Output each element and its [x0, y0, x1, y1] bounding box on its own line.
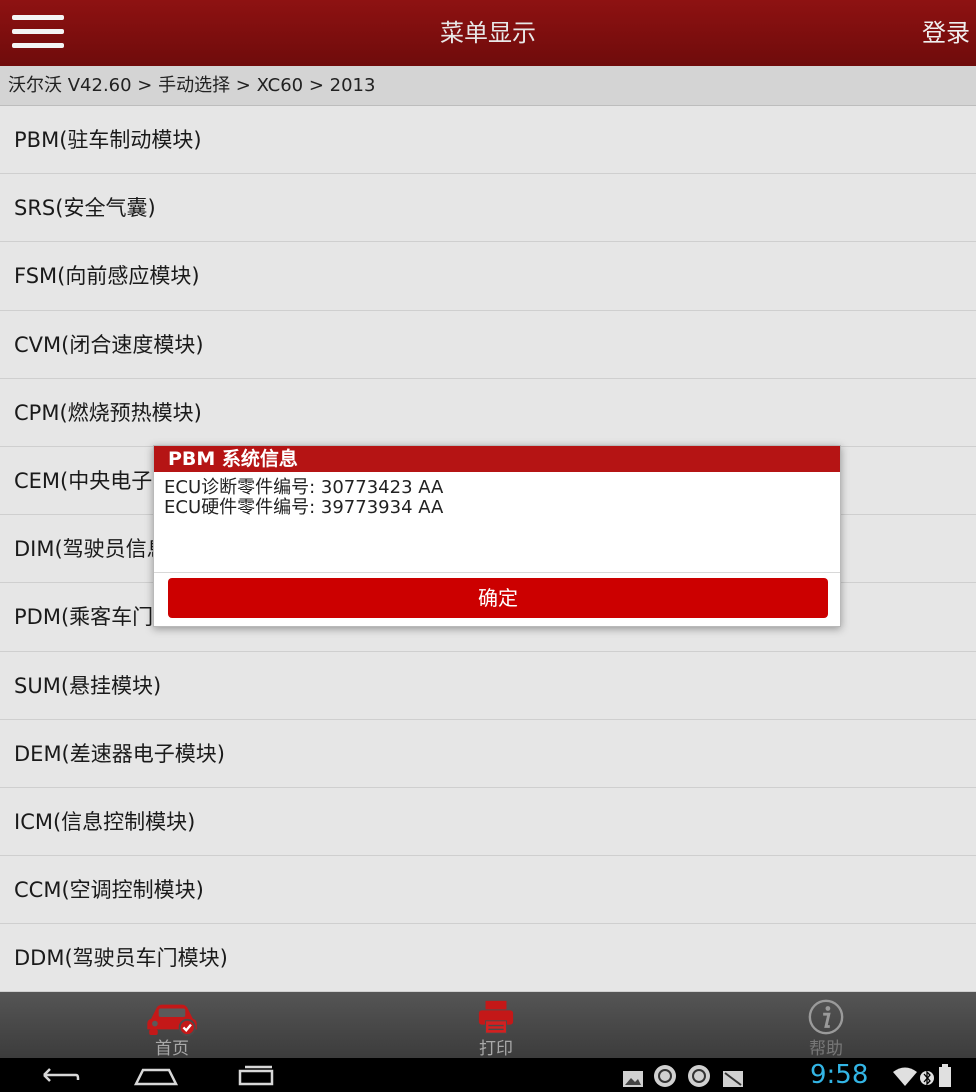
- nav-help-label: 帮助: [809, 1039, 843, 1059]
- wifi-icon: [893, 1067, 917, 1086]
- hardware-part-number: ECU硬件零件编号: 39773934 AA: [164, 497, 444, 518]
- dialog-body: ECU诊断零件编号: 30773423 AA ECU硬件零件编号: 397739…: [154, 472, 840, 573]
- nav-help[interactable]: 帮助: [756, 992, 896, 1059]
- top-app-bar: 菜单显示 登录: [0, 0, 976, 66]
- bluetooth-icon: [920, 1070, 934, 1086]
- list-item-cpm[interactable]: CPM(燃烧预热模块): [0, 379, 976, 447]
- list-item-pbm[interactable]: PBM(驻车制动模块): [0, 106, 976, 175]
- printer-icon: [478, 1000, 514, 1034]
- home-icon[interactable]: [133, 1062, 179, 1088]
- list-item-cvm[interactable]: CVM(闭合速度模块): [0, 311, 976, 379]
- bottom-nav-bar: 首页 打印 帮助: [0, 992, 976, 1059]
- nav-home-label: 首页: [155, 1039, 189, 1059]
- list-item-ccm[interactable]: CCM(空调控制模块): [0, 856, 976, 925]
- login-button[interactable]: 登录: [922, 0, 970, 66]
- nav-home[interactable]: 首页: [102, 992, 242, 1059]
- message-notification-icon: [723, 1071, 743, 1087]
- recent-apps-icon[interactable]: [236, 1062, 276, 1088]
- list-item-icm[interactable]: ICM(信息控制模块): [0, 788, 976, 857]
- app-notification-icon-2: [688, 1065, 710, 1087]
- breadcrumb: 沃尔沃 V42.60 > 手动选择 > XC60 > 2013: [0, 66, 976, 106]
- confirm-button[interactable]: 确定: [168, 578, 828, 618]
- status-clock: 9:58: [810, 1060, 869, 1090]
- system-navigation-bar: 9:58: [0, 1058, 976, 1092]
- list-item-dem[interactable]: DEM(差速器电子模块): [0, 720, 976, 788]
- page-title: 菜单显示: [440, 19, 536, 47]
- dialog-title: PBM 系统信息: [154, 446, 840, 472]
- list-item-ddm[interactable]: DDM(驾驶员车门模块): [0, 924, 976, 993]
- list-item-sum[interactable]: SUM(悬挂模块): [0, 652, 976, 720]
- nav-print-label: 打印: [479, 1039, 513, 1059]
- list-item-srs[interactable]: SRS(安全气囊): [0, 174, 976, 243]
- battery-icon: [939, 1064, 951, 1087]
- system-info-dialog: PBM 系统信息 ECU诊断零件编号: 30773423 AA ECU硬件零件编…: [153, 445, 841, 627]
- diagnostic-part-number: ECU诊断零件编号: 30773423 AA: [164, 477, 444, 498]
- app-notification-icon: [654, 1065, 676, 1087]
- gallery-notification-icon: [623, 1071, 643, 1087]
- info-icon: [808, 999, 844, 1035]
- nav-print[interactable]: 打印: [426, 992, 566, 1059]
- back-icon[interactable]: [38, 1062, 82, 1088]
- list-item-fsm[interactable]: FSM(向前感应模块): [0, 242, 976, 311]
- car-icon: [147, 1004, 197, 1036]
